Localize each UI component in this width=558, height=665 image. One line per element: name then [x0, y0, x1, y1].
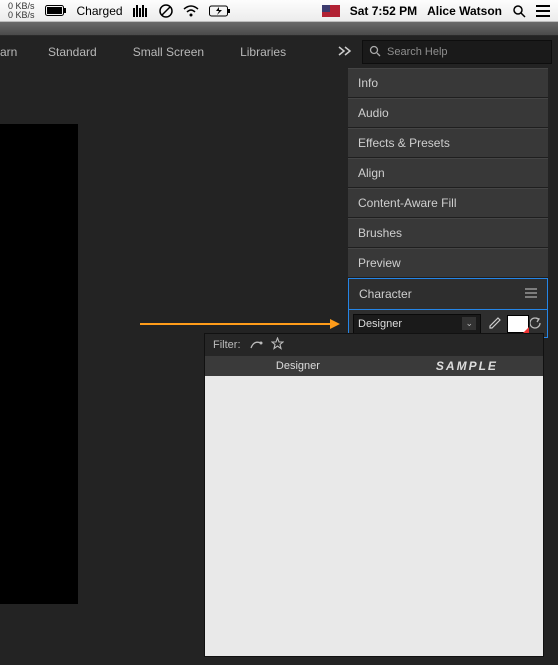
- annotation-arrow: [140, 319, 340, 329]
- battery-label: Charged: [77, 4, 123, 18]
- search-icon: [369, 45, 381, 60]
- panel-audio[interactable]: Audio: [348, 98, 548, 128]
- flag-icon[interactable]: [322, 5, 340, 17]
- swap-colors-icon[interactable]: [529, 315, 543, 333]
- font-filter-bar: Filter:: [205, 334, 543, 356]
- tab-libraries[interactable]: Libraries: [222, 36, 304, 68]
- panel-character-label: Character: [359, 287, 412, 301]
- tab-learn[interactable]: arn: [0, 36, 30, 68]
- font-sample-column: SAMPLE: [391, 359, 543, 373]
- spotlight-icon[interactable]: [512, 4, 526, 18]
- charging-icon[interactable]: [209, 5, 231, 17]
- menubar-user[interactable]: Alice Watson: [427, 4, 502, 18]
- audio-bars-icon[interactable]: [133, 5, 149, 17]
- search-help-input[interactable]: Search Help: [362, 40, 552, 64]
- list-icon[interactable]: [536, 5, 550, 17]
- more-tabs-icon[interactable]: [328, 45, 362, 59]
- panel-effects-presets[interactable]: Effects & Presets: [348, 128, 548, 158]
- wifi-icon[interactable]: [183, 5, 199, 17]
- tab-standard[interactable]: Standard: [30, 36, 115, 68]
- menubar-datetime[interactable]: Sat 7:52 PM: [350, 4, 417, 18]
- chevron-down-icon: ⌄: [462, 317, 476, 330]
- panel-brushes[interactable]: Brushes: [348, 218, 548, 248]
- battery-icon[interactable]: [45, 5, 67, 16]
- macos-menubar: 0 KB/s 0 KB/s Charged Sat 7:52 PM Alice …: [0, 0, 558, 22]
- eyedropper-icon[interactable]: [485, 315, 503, 333]
- font-list-header: Designer SAMPLE: [205, 356, 543, 376]
- search-placeholder: Search Help: [387, 46, 448, 58]
- font-family-value: Designer: [358, 318, 402, 330]
- font-list[interactable]: [205, 376, 543, 656]
- fill-color-swatch[interactable]: [507, 315, 529, 333]
- filter-label: Filter:: [213, 339, 241, 351]
- panel-menu-icon[interactable]: [525, 287, 537, 301]
- panel-stack: Info Audio Effects & Presets Align Conte…: [348, 68, 548, 310]
- panel-content-aware-fill[interactable]: Content-Aware Fill: [348, 188, 548, 218]
- panel-preview[interactable]: Preview: [348, 248, 548, 278]
- dnd-icon[interactable]: [159, 4, 173, 18]
- app-titlebar: [0, 22, 558, 36]
- composition-viewer[interactable]: [0, 124, 78, 604]
- panel-info[interactable]: Info: [348, 68, 548, 98]
- panel-align[interactable]: Align: [348, 158, 548, 188]
- typekit-filter-icon[interactable]: [249, 338, 263, 353]
- workspace-tab-bar: arn Standard Small Screen Libraries Sear…: [0, 36, 558, 68]
- font-name-column: Designer: [205, 360, 391, 372]
- network-speed: 0 KB/s 0 KB/s: [8, 2, 35, 20]
- favorite-filter-icon[interactable]: [271, 337, 284, 353]
- font-family-select[interactable]: Designer ⌄: [353, 314, 481, 334]
- font-dropdown-popup: Filter: Designer SAMPLE: [204, 333, 544, 657]
- tab-small-screen[interactable]: Small Screen: [115, 36, 222, 68]
- panel-character[interactable]: Character: [348, 278, 548, 310]
